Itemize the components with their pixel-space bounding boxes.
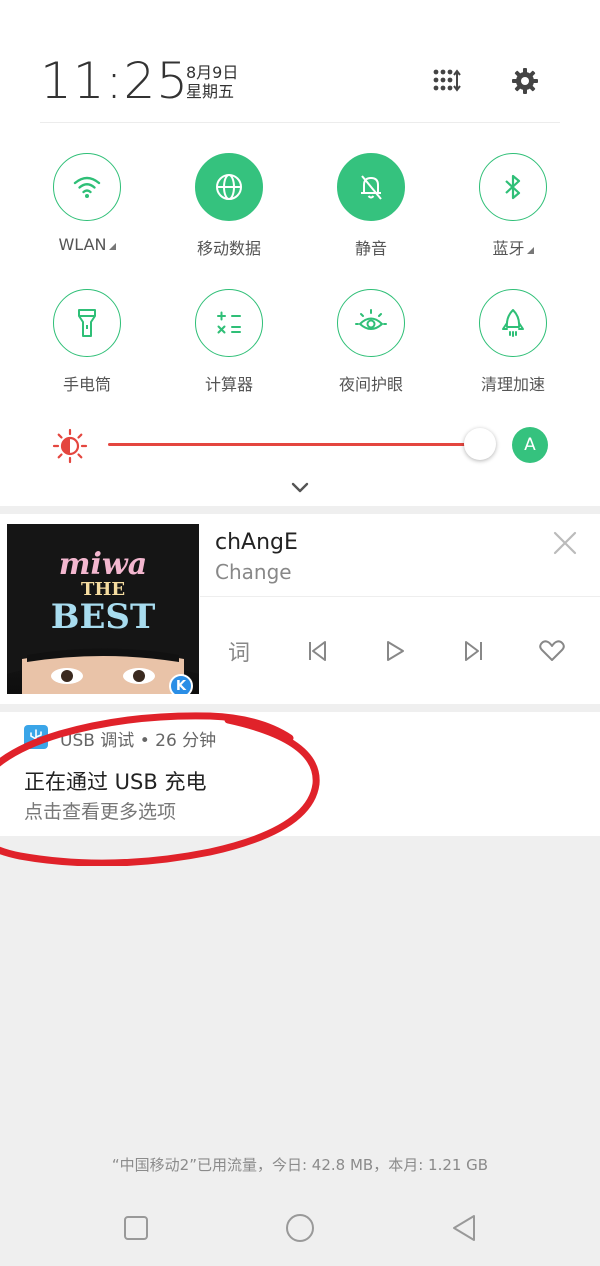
lyrics-button[interactable]: 词 — [219, 634, 259, 668]
brightness-icon — [52, 428, 88, 464]
tile-label: WLAN — [58, 235, 107, 254]
tile-label: 夜间护眼 — [338, 375, 403, 394]
tile-wlan[interactable]: WLAN — [32, 153, 142, 254]
tile-menu-indicator — [108, 243, 116, 250]
song-title: chAngE — [215, 530, 298, 555]
play-icon[interactable] — [375, 634, 415, 668]
music-divider — [200, 596, 600, 597]
tile-label: 蓝牙 — [492, 239, 525, 258]
date: 8月9日 星期五 — [186, 63, 238, 101]
tile-label: 清理加速 — [480, 375, 545, 394]
tile-menu-indicator — [526, 247, 534, 254]
notification-app-line: USB 调试 • 26 分钟 — [60, 731, 217, 751]
close-icon[interactable] — [548, 526, 582, 560]
gear-icon[interactable] — [508, 64, 542, 98]
date-day: 8月9日 — [186, 63, 239, 82]
notification-title: 正在通过 USB 充电 — [24, 770, 207, 794]
next-track-icon[interactable] — [454, 634, 494, 668]
tile-label: 计算器 — [204, 375, 253, 394]
kugou-app-badge: K — [169, 674, 193, 694]
notification-subtitle: 点击查看更多选项 — [24, 801, 177, 823]
bluetooth-icon — [479, 153, 547, 221]
album-title-line1: miwa — [58, 547, 148, 582]
back-icon[interactable] — [444, 1208, 484, 1248]
clock: 11:25 — [40, 52, 190, 110]
previous-track-icon[interactable] — [297, 634, 337, 668]
recents-icon[interactable] — [116, 1208, 156, 1248]
tile-flashlight[interactable]: 手电筒 — [32, 289, 142, 395]
tile-cleanup[interactable]: 清理加速 — [458, 289, 568, 395]
tile-bluetooth[interactable]: 蓝牙 — [458, 153, 568, 259]
data-usage-text: “中国移动2”已用流量，今日: 42.8 MB，本月: 1.21 GB — [111, 1156, 489, 1174]
brightness-slider-thumb[interactable] — [464, 428, 496, 460]
edit-tiles-icon[interactable] — [430, 64, 464, 98]
song-artist: Change — [215, 560, 292, 584]
tile-label: 手电筒 — [62, 375, 111, 394]
usb-icon — [24, 725, 48, 749]
usb-notification[interactable]: USB 调试 • 26 分钟 正在通过 USB 充电 点击查看更多选项 — [0, 712, 600, 836]
tile-label: 移动数据 — [196, 239, 261, 258]
tile-calculator[interactable]: 计算器 — [174, 289, 284, 395]
globe-icon — [195, 153, 263, 221]
album-art: miwa THE BEST K — [7, 524, 199, 694]
tile-mobile-data[interactable]: 移动数据 — [174, 153, 284, 259]
album-title-line3: BEST — [50, 597, 156, 637]
quick-settings-panel: 11:25 8月9日 星期五 WLAN 移动数据 静音 蓝牙 手电筒 计算器 夜… — [0, 0, 600, 506]
calculator-icon — [195, 289, 263, 357]
music-player-notification[interactable]: miwa THE BEST K chAngE Change 词 — [0, 514, 600, 704]
chevron-down-icon[interactable] — [286, 476, 314, 498]
home-icon[interactable] — [280, 1208, 320, 1248]
date-weekday: 星期五 — [186, 82, 235, 101]
header-divider — [40, 122, 560, 123]
tile-silent[interactable]: 静音 — [316, 153, 426, 259]
eye-care-icon — [337, 289, 405, 357]
navigation-bar — [0, 1190, 600, 1266]
bell-off-icon — [337, 153, 405, 221]
flashlight-icon — [53, 289, 121, 357]
heart-icon[interactable] — [532, 634, 572, 668]
wifi-icon — [53, 153, 121, 221]
brightness-slider-track[interactable] — [108, 443, 480, 446]
tile-label: 静音 — [354, 239, 387, 258]
auto-brightness-button[interactable]: A — [512, 427, 548, 463]
tile-eye-care[interactable]: 夜间护眼 — [316, 289, 426, 395]
rocket-icon — [479, 289, 547, 357]
